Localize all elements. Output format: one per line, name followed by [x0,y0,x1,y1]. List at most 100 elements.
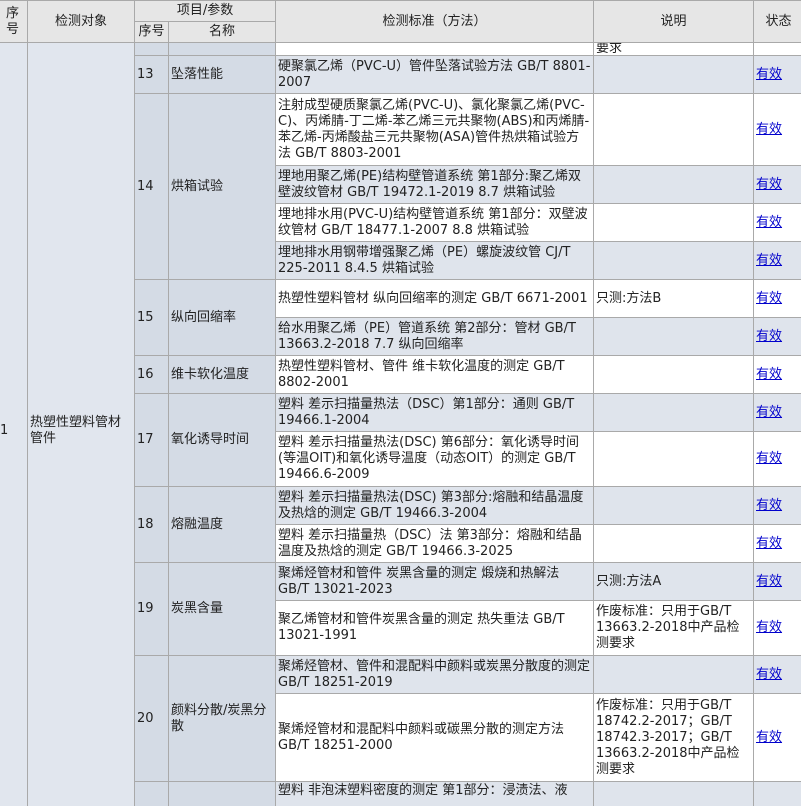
note-cell [593,55,755,94]
standard-cell: 热塑性塑料管材 纵向回缩率的测定 GB/T 6671-2001 [275,279,595,318]
partial-note [593,781,755,806]
item-name: 维卡软化温度 [167,355,277,394]
status-link[interactable]: 有效 [756,730,782,745]
note-cell: 只测:方法A [593,562,755,601]
status-cell: 有效 [753,355,801,394]
note-cell [593,165,755,204]
status-link[interactable]: 有效 [756,177,782,192]
status-link[interactable]: 有效 [756,498,782,513]
status-link[interactable]: 有效 [756,215,782,230]
standards-table: 序号 检测对象 项目/参数 检测标准（方法） 说明 状态 序号 名称 1 热塑性… [0,0,801,806]
status-cell: 有效 [753,431,801,487]
note-cell [593,486,755,525]
item-seq: 20 [134,655,169,782]
partial-note: 要求 [593,42,755,56]
status-link[interactable]: 有效 [756,451,782,466]
item-name: 坠落性能 [167,55,277,94]
standard-cell: 聚乙烯管材和管件炭黑含量的测定 热失重法 GB/T 13021-1991 [275,600,595,656]
standard-cell: 聚烯烃管材、管件和混配料中颜料或炭黑分散度的测定 GB/T 18251-2019 [275,655,595,694]
status-cell: 有效 [753,279,801,318]
note-cell [593,431,755,487]
item-name: 颜料分散/炭黑分散 [167,655,277,782]
item-seq: 13 [134,55,169,94]
partial-seq [134,42,169,56]
standard-cell: 硬聚氯乙烯（PVC-U）管件坠落试验方法 GB/T 8801-2007 [275,55,595,94]
status-cell: 有效 [753,165,801,204]
item-name: 熔融温度 [167,486,277,563]
item-seq: 14 [134,93,169,280]
partial-status [753,42,801,56]
note-cell: 作废标准：只用于GB/T 18742.2-2017；GB/T 18742.3-2… [593,693,755,782]
standard-cell: 给水用聚乙烯（PE）管道系统 第2部分：管材 GB/T 13663.2-2018… [275,317,595,356]
item-name: 纵向回缩率 [167,279,277,356]
standard-cell: 埋地排水用钢带增强聚乙烯（PE）螺旋波纹管 CJ/T 225-2011 8.4.… [275,241,595,280]
note-cell [593,524,755,563]
standard-cell: 聚烯烃管材和混配料中颜料或碳黑分散的测定方法 GB/T 18251-2000 [275,693,595,782]
note-cell [593,393,755,432]
group-object: 热塑性塑料管材管件 [27,42,135,806]
group-seq: 1 [0,42,28,806]
status-link[interactable]: 有效 [756,620,782,635]
status-link[interactable]: 有效 [756,536,782,551]
note-cell [593,241,755,280]
status-cell: 有效 [753,203,801,242]
note-cell [593,93,755,166]
table-viewport: 序号 检测对象 项目/参数 检测标准（方法） 说明 状态 序号 名称 1 热塑性… [0,0,801,806]
standard-cell: 塑料 差示扫描量热法（DSC）第1部分：通则 GB/T 19466.1-2004 [275,393,595,432]
status-link[interactable]: 有效 [756,367,782,382]
status-cell: 有效 [753,486,801,525]
partial-standard [275,42,595,56]
header-object: 检测对象 [27,0,135,43]
standard-cell: 塑料 差示扫描量热（DSC）法 第3部分：熔融和结晶温度及热焓的测定 GB/T … [275,524,595,563]
item-name: 炭黑含量 [167,562,277,656]
status-link[interactable]: 有效 [756,67,782,82]
header-sub-name: 名称 [167,21,277,43]
partial-status [753,781,801,806]
standard-cell: 塑料 差示扫描量热法(DSC) 第3部分:熔融和结晶温度及热焓的测定 GB/T … [275,486,595,525]
partial-name [167,42,277,56]
note-cell [593,655,755,694]
note-cell [593,317,755,356]
header-item-params: 项目/参数 [133,0,277,22]
item-name: 氧化诱导时间 [167,393,277,487]
status-cell: 有效 [753,655,801,694]
note-cell [593,203,755,242]
status-cell: 有效 [753,55,801,94]
header-standard: 检测标准（方法） [275,0,595,43]
status-cell: 有效 [753,693,801,782]
status-cell: 有效 [753,317,801,356]
partial-seq [134,781,169,806]
item-seq: 17 [134,393,169,487]
standard-cell: 埋地用聚乙烯(PE)结构壁管道系统 第1部分:聚乙烯双壁波纹管材 GB/T 19… [275,165,595,204]
partial-name [167,781,277,806]
standard-cell: 塑料 差示扫描量热法(DSC) 第6部分：氧化诱导时间(等温OIT)和氧化诱导温… [275,431,595,487]
status-link[interactable]: 有效 [756,253,782,268]
status-cell: 有效 [753,93,801,166]
header-seq: 序号 [0,0,28,43]
item-name: 烘箱试验 [167,93,277,280]
status-cell: 有效 [753,524,801,563]
item-seq: 16 [134,355,169,394]
header-note: 说明 [593,0,755,43]
status-link[interactable]: 有效 [756,329,782,344]
header-status: 状态 [753,0,801,43]
standard-cell: 埋地排水用(PVC-U)结构壁管道系统 第1部分：双壁波纹管材 GB/T 184… [275,203,595,242]
status-cell: 有效 [753,241,801,280]
standard-cell: 聚烯烃管材和管件 炭黑含量的测定 煅烧和热解法 GB/T 13021-2023 [275,562,595,601]
status-cell: 有效 [753,393,801,432]
status-link[interactable]: 有效 [756,122,782,137]
status-link[interactable]: 有效 [756,291,782,306]
status-link[interactable]: 有效 [756,667,782,682]
standard-cell: 注射成型硬质聚氯乙烯(PVC-U)、氯化聚氯乙烯(PVC-C)、丙烯腈-丁二烯-… [275,93,595,166]
header-sub-seq: 序号 [134,21,169,43]
standard-cell: 热塑性塑料管材、管件 维卡软化温度的测定 GB/T 8802-2001 [275,355,595,394]
status-cell: 有效 [753,562,801,601]
note-cell: 只测:方法B [593,279,755,318]
item-seq: 15 [134,279,169,356]
status-link[interactable]: 有效 [756,405,782,420]
note-cell: 作废标准：只用于GB/T 13663.2-2018中产品检测要求 [593,600,755,656]
note-cell [593,355,755,394]
item-seq: 19 [134,562,169,656]
status-link[interactable]: 有效 [756,574,782,589]
item-seq: 18 [134,486,169,563]
